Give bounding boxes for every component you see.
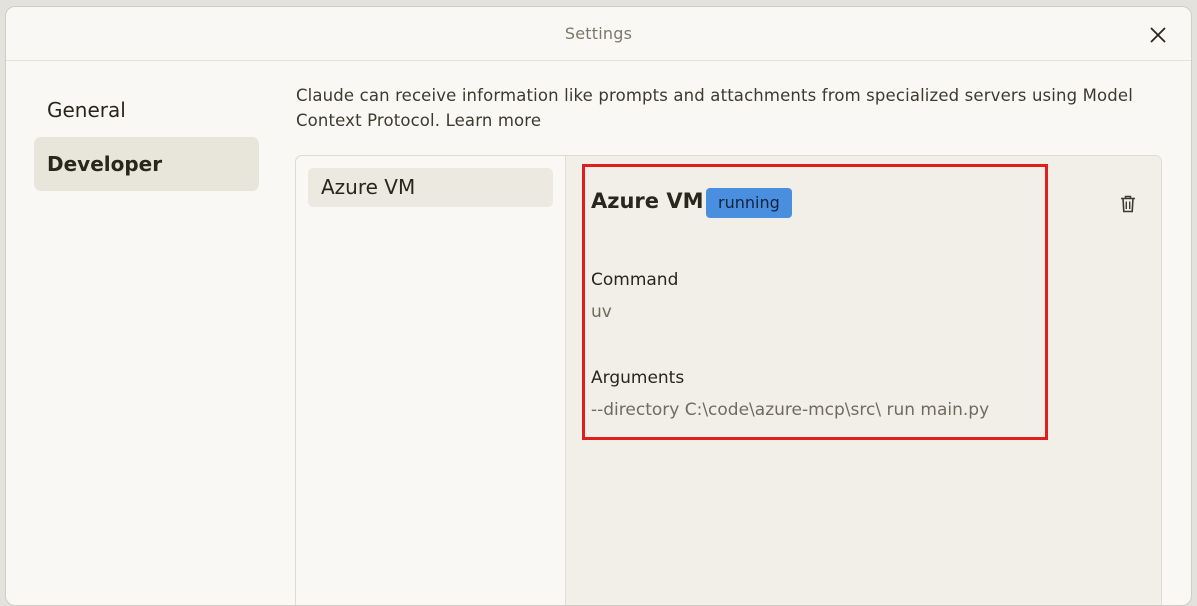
arguments-label: Arguments: [591, 368, 685, 388]
learn-more-link[interactable]: Learn more: [446, 111, 542, 130]
sidebar-item-general[interactable]: General: [34, 83, 259, 137]
title-bar: Settings: [6, 7, 1191, 61]
server-list: Azure VM: [296, 156, 566, 605]
window-title: Settings: [564, 24, 633, 43]
server-name: Azure VM: [591, 189, 704, 213]
delete-server-button[interactable]: [1119, 194, 1137, 214]
server-details: Azure VM running Command uv Arguments --…: [566, 156, 1161, 605]
sidebar-item-label: Developer: [47, 152, 163, 176]
description-text: Claude can receive information like prom…: [296, 86, 1133, 130]
close-icon: [1150, 27, 1166, 43]
trash-icon: [1121, 195, 1135, 213]
server-list-item-label: Azure VM: [321, 175, 416, 199]
command-value: uv: [591, 302, 612, 322]
settings-window: Settings General Developer Claude can re…: [5, 6, 1192, 606]
status-badge: running: [706, 188, 792, 218]
arguments-value: --directory C:\code\azure-mcp\src\ run m…: [591, 400, 990, 420]
close-button[interactable]: [1147, 24, 1169, 46]
sidebar-item-label: General: [47, 98, 126, 122]
command-label: Command: [591, 270, 679, 290]
server-panel: Azure VM Azure VM running Command uv Arg…: [295, 155, 1162, 605]
sidebar-item-developer[interactable]: Developer: [34, 137, 259, 191]
server-list-item[interactable]: Azure VM: [308, 168, 553, 207]
mcp-description: Claude can receive information like prom…: [296, 83, 1156, 133]
